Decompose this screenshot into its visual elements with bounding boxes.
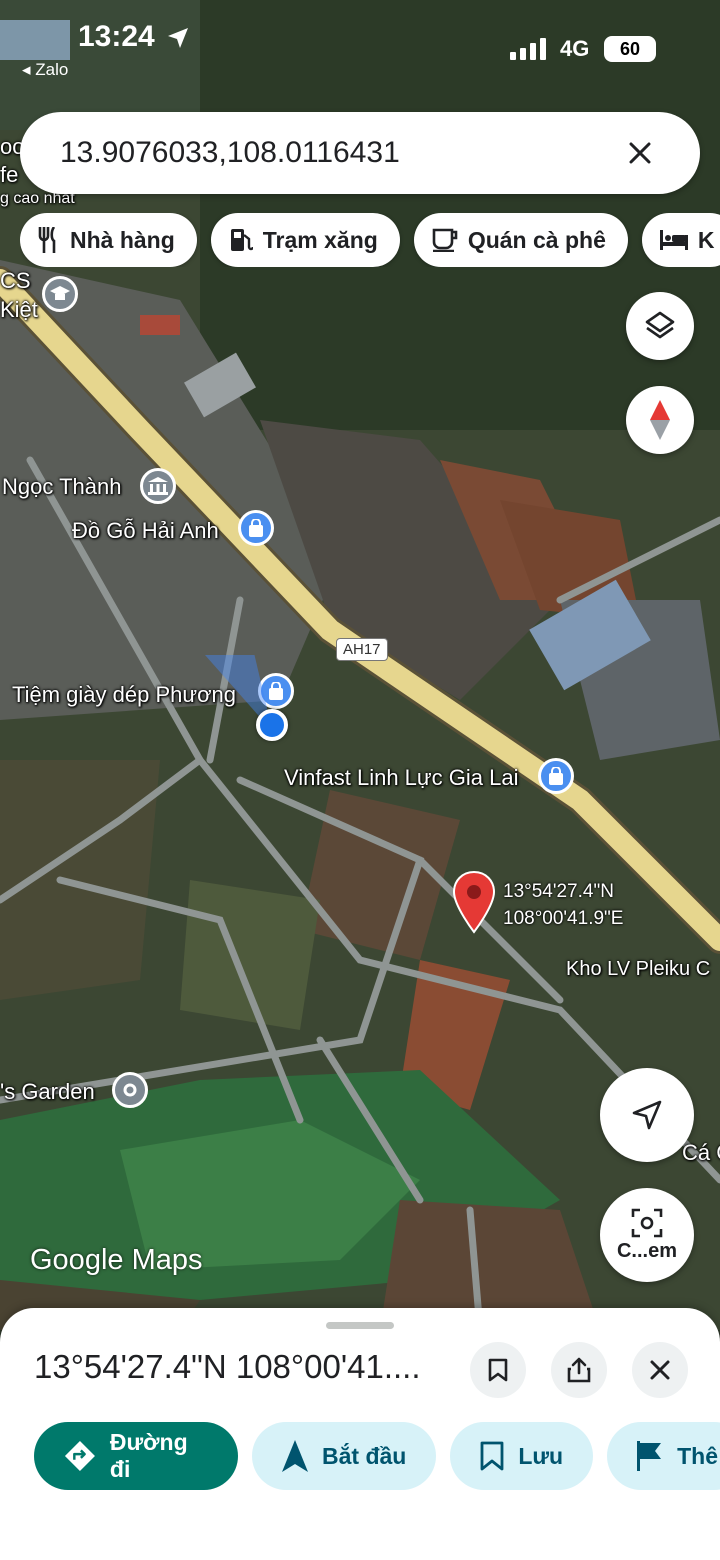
map-label-garden[interactable]: 's Garden: [0, 1079, 95, 1105]
directions-icon: [64, 1440, 95, 1472]
layers-icon: [645, 311, 675, 339]
chip-label: Quán cà phê: [467, 226, 606, 253]
shopping-bag-icon[interactable]: [538, 758, 574, 794]
clear-search-button[interactable]: [620, 133, 660, 173]
map-label-kho[interactable]: Kho LV Pleiku C: [566, 958, 710, 981]
google-maps-attribution: Google Maps: [30, 1244, 203, 1276]
share-button[interactable]: [551, 1342, 607, 1398]
place-pin-icon[interactable]: [112, 1072, 148, 1108]
save-button[interactable]: Lưu: [450, 1422, 594, 1490]
chip-restaurants[interactable]: Nhà hàng: [20, 213, 197, 267]
chip-label: Nhà hàng: [70, 226, 175, 253]
close-sheet-button[interactable]: [632, 1342, 688, 1398]
my-location-dot[interactable]: [256, 709, 288, 741]
start-button[interactable]: Bắt đầu: [252, 1422, 437, 1490]
map-label-ca[interactable]: Cá C: [682, 1140, 720, 1166]
lens-button[interactable]: C...em: [600, 1188, 694, 1282]
signal-strength-icon: [510, 38, 546, 60]
chip-hotels[interactable]: K: [641, 213, 720, 267]
share-icon: [567, 1357, 591, 1383]
map-label-school[interactable]: CS: [0, 268, 31, 294]
compass-icon: [650, 400, 670, 440]
directions-label: Đường đi: [109, 1429, 188, 1482]
close-icon: [650, 1360, 670, 1380]
map-label-vinfast[interactable]: Vinfast Linh Lực Gia Lai: [284, 765, 518, 791]
map-label-do-go[interactable]: Đồ Gỗ Hải Anh: [72, 518, 219, 544]
map-label-ngoc-thanh[interactable]: Ngọc Thành: [2, 474, 121, 500]
bookmark-icon: [488, 1358, 508, 1382]
flag-icon: [637, 1441, 662, 1471]
navigation-arrow-icon: [282, 1440, 308, 1472]
chip-coffee[interactable]: Quán cà phê: [413, 213, 628, 267]
map-label-partial-2: fe: [0, 162, 19, 187]
map-label-school-2[interactable]: Kiệt: [0, 297, 38, 323]
museum-icon[interactable]: [140, 468, 176, 504]
school-icon[interactable]: [42, 276, 78, 312]
sheet-drag-handle[interactable]: [326, 1322, 394, 1329]
chip-label: K: [697, 226, 715, 253]
chip-label: Trạm xăng: [262, 226, 378, 253]
back-to-app-link[interactable]: ◂ Zalo: [22, 60, 68, 80]
gas-station-icon: [230, 229, 253, 251]
directions-button[interactable]: Đường đi: [34, 1422, 238, 1490]
fork-knife-icon: [38, 227, 56, 253]
hotel-bed-icon: [659, 230, 688, 250]
action-buttons: Đường đi Bắt đầu Lưu Thê: [34, 1422, 720, 1490]
flag-label: Thê: [677, 1442, 718, 1469]
chip-gas-stations[interactable]: Trạm xăng: [210, 213, 400, 267]
dropped-pin-icon[interactable]: [452, 870, 496, 934]
start-label: Bắt đầu: [322, 1442, 407, 1469]
coffee-cup-icon: [432, 228, 458, 252]
navigation-arrow-icon: [632, 1100, 662, 1130]
lens-label: C...em: [616, 1239, 678, 1262]
save-label: Lưu: [518, 1442, 564, 1469]
location-arrow-icon: [168, 28, 188, 48]
pin-longitude: 108°00'41.9"E: [503, 908, 624, 929]
status-time: 13:24: [78, 20, 155, 53]
place-title: 13°54'27.4"N 108°00'41....: [34, 1348, 421, 1385]
pin-latitude: 13°54'27.4"N: [503, 881, 614, 902]
bookmark-icon: [480, 1441, 504, 1471]
close-icon: [629, 142, 651, 164]
place-bottom-sheet[interactable]: 13°54'27.4"N 108°00'41.... Đường đi Bắt …: [0, 1308, 720, 1560]
battery-icon: 60: [604, 36, 656, 62]
my-location-button[interactable]: [600, 1068, 694, 1162]
camera-lens-icon: [631, 1208, 663, 1237]
shopping-bag-icon[interactable]: [238, 510, 274, 546]
save-icon-button[interactable]: [470, 1342, 526, 1398]
layers-button[interactable]: [626, 292, 694, 360]
network-type: 4G: [560, 36, 590, 61]
road-shield-ah17: AH17: [336, 638, 388, 661]
category-chips: Nhà hàng Trạm xăng Quán cà phê K: [20, 213, 720, 267]
search-bar[interactable]: 13.9076033,108.0116431: [20, 112, 700, 194]
compass-button[interactable]: [626, 386, 694, 454]
pin-coordinates: 13°54'27.4"N 108°00'41.9"E: [503, 878, 623, 932]
flag-button[interactable]: Thê: [607, 1422, 720, 1490]
map-label-tiem-giay[interactable]: Tiệm giày dép Phương: [12, 682, 236, 708]
search-input[interactable]: 13.9076033,108.0116431: [60, 136, 620, 170]
